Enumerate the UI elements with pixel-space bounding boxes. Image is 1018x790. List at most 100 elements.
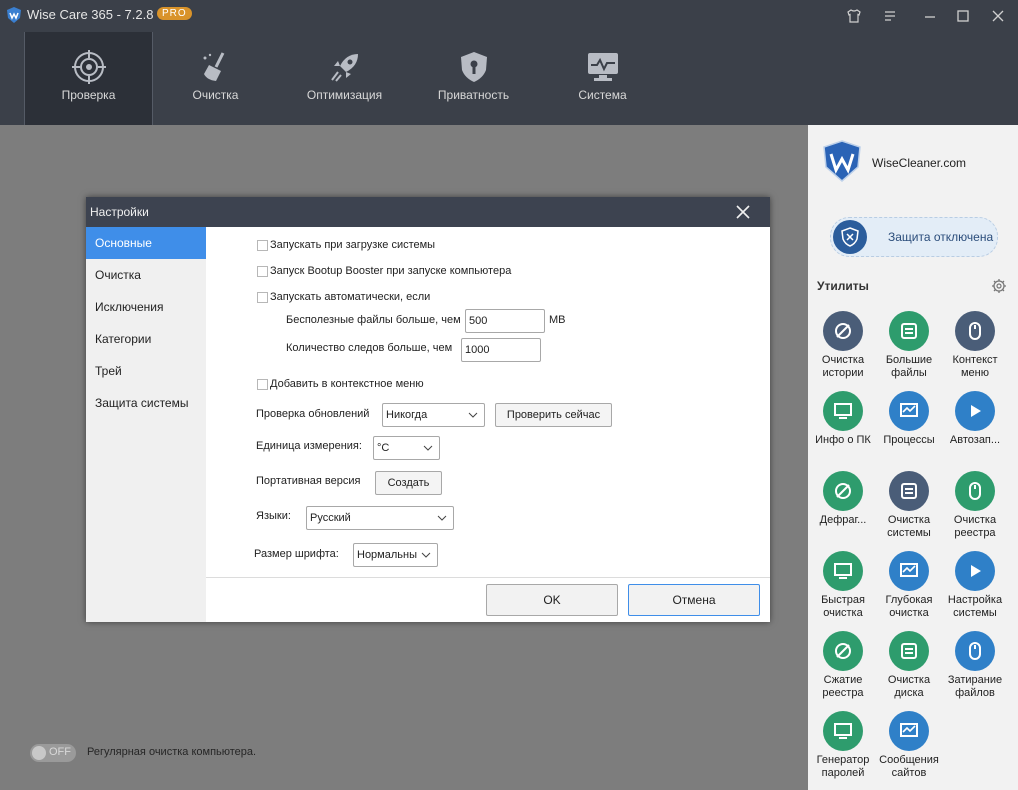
utility-tool[interactable]: Дефраг... <box>810 471 876 527</box>
utility-tool[interactable]: Очистка диска <box>876 631 942 700</box>
utility-tool-icon <box>823 391 863 431</box>
menu-icon[interactable] <box>882 8 898 24</box>
main-navigation: Проверка Очистка Оптимизация Приватность <box>0 32 1018 125</box>
skin-icon[interactable] <box>846 8 862 24</box>
utilities-title: Утилиты <box>817 279 869 293</box>
scheduled-clean-toggle[interactable]: OFF <box>30 744 76 762</box>
maximize-icon[interactable] <box>955 8 971 24</box>
cancel-button[interactable]: Отмена <box>628 584 760 616</box>
utility-tool[interactable]: Генератор паролей <box>810 711 876 780</box>
utility-tool[interactable]: Глубокая очистка <box>876 551 942 620</box>
utility-tool-label: Настройка системы <box>947 594 1003 619</box>
utility-tool-icon <box>955 631 995 671</box>
monitor-icon <box>587 53 618 81</box>
auto-run-checkbox[interactable] <box>257 292 268 303</box>
settings-tab-tray[interactable]: Трей <box>86 355 206 387</box>
utility-tool-label: Затирание файлов <box>947 674 1003 699</box>
utility-tool[interactable]: Большие файлы <box>876 311 942 380</box>
app-logo-icon <box>7 7 21 23</box>
create-portable-button[interactable]: Создать <box>375 471 442 495</box>
rocket-icon <box>330 54 358 82</box>
utility-tool-label: Очистка системы <box>887 514 931 539</box>
broom-icon <box>203 52 224 81</box>
junk-threshold-input[interactable]: 500 <box>465 309 545 333</box>
protection-label: Защита отключена <box>888 230 994 244</box>
utility-tool-icon <box>889 711 929 751</box>
protection-status-button[interactable]: Защита отключена <box>830 217 998 257</box>
settings-tab-system-protection[interactable]: Защита системы <box>86 387 206 419</box>
nav-tab-optimize[interactable]: Оптимизация <box>281 32 408 125</box>
close-icon[interactable] <box>990 8 1006 24</box>
utility-tool[interactable]: Настройка системы <box>942 551 1008 620</box>
utility-tool[interactable]: Сообщения сайтов <box>876 711 942 780</box>
units-select[interactable]: °C <box>373 436 440 460</box>
settings-general-panel: Запускать при загрузке системы Запуск Bo… <box>206 227 770 577</box>
utility-tool[interactable]: Быстрая очистка <box>810 551 876 620</box>
utility-tool-icon <box>889 551 929 591</box>
utility-tool[interactable]: Контекст меню <box>942 311 1008 380</box>
utility-tool[interactable]: Затирание файлов <box>942 631 1008 700</box>
nav-tab-system[interactable]: Система <box>539 32 666 125</box>
utility-tool-label: Очистка истории <box>821 354 865 379</box>
utility-tool-icon <box>823 631 863 671</box>
nav-tab-check[interactable]: Проверка <box>24 32 153 125</box>
utility-tool-icon <box>823 711 863 751</box>
nav-tab-clean[interactable]: Очистка <box>152 32 279 125</box>
settings-sidebar: Основные Очистка Исключения Категории Тр… <box>86 227 206 622</box>
utility-tool-label: Дефраг... <box>819 514 867 526</box>
utility-tool[interactable]: Очистка реестра <box>942 471 1008 540</box>
utility-tool-icon <box>889 631 929 671</box>
traces-threshold-input[interactable]: 1000 <box>461 338 541 362</box>
utility-tool[interactable]: Сжатие реестра <box>810 631 876 700</box>
nav-label: Приватность <box>437 88 510 102</box>
startup-checkbox[interactable] <box>257 240 268 251</box>
bootup-booster-checkbox[interactable] <box>257 266 268 277</box>
junk-threshold-label: Бесполезные файлы больше, чем <box>286 314 461 326</box>
chevron-down-icon <box>468 412 478 418</box>
settings-tab-general[interactable]: Основные <box>86 227 206 259</box>
nav-label: Оптимизация <box>306 88 383 102</box>
dialog-close-icon[interactable] <box>736 205 750 219</box>
language-value: Русский <box>310 512 351 524</box>
utility-tool-label: Большие файлы <box>885 354 933 379</box>
utility-tool-icon <box>955 551 995 591</box>
minimize-icon[interactable] <box>922 8 938 24</box>
startup-label: Запускать при загрузке системы <box>270 239 436 251</box>
utility-tool-label: Сообщения сайтов <box>879 754 939 779</box>
brand-link[interactable]: WiseCleaner.com <box>872 156 966 170</box>
utility-tool[interactable]: Очистка истории <box>810 311 876 380</box>
language-select[interactable]: Русский <box>306 506 454 530</box>
settings-tab-exclusions[interactable]: Исключения <box>86 291 206 323</box>
nav-tab-privacy[interactable]: Приватность <box>410 32 537 125</box>
utility-tool-label: Глубокая очистка <box>885 594 933 619</box>
utility-tool-label: Автозап... <box>949 434 1001 446</box>
nav-label: Очистка <box>192 88 239 102</box>
shield-icon <box>460 52 487 82</box>
utility-tool[interactable]: Процессы <box>876 391 942 447</box>
utility-tool-label: Быстрая очистка <box>821 594 865 619</box>
font-size-select[interactable]: Нормальны <box>353 543 438 567</box>
utility-tool-icon <box>889 471 929 511</box>
utility-tool-icon <box>889 311 929 351</box>
settings-tab-categories[interactable]: Категории <box>86 323 206 355</box>
chevron-down-icon <box>437 515 447 521</box>
utility-tool-label: Очистка реестра <box>953 514 997 539</box>
utility-tool[interactable]: Инфо о ПК <box>810 391 876 447</box>
portable-label: Портативная версия <box>256 475 361 487</box>
updates-select[interactable]: Никогда <box>382 403 485 427</box>
utility-tool[interactable]: Очистка системы <box>876 471 942 540</box>
traces-threshold-label: Количество следов больше, чем <box>286 342 453 354</box>
utility-tool[interactable]: Автозап... <box>942 391 1008 447</box>
scheduled-clean-label: Регулярная очистка компьютера. <box>87 746 257 758</box>
toggle-knob <box>32 746 46 760</box>
right-sidebar: WiseCleaner.com Защита отключена Утилиты… <box>808 125 1018 790</box>
gear-icon[interactable] <box>991 278 1007 294</box>
context-menu-checkbox[interactable] <box>257 379 268 390</box>
wisecleaner-logo-icon <box>823 140 861 182</box>
check-now-button[interactable]: Проверить сейчас <box>495 403 612 427</box>
junk-unit: MB <box>549 314 566 326</box>
dialog-footer: OK Отмена <box>206 577 770 623</box>
nav-label: Система <box>578 88 627 102</box>
settings-tab-cleanup[interactable]: Очистка <box>86 259 206 291</box>
ok-button[interactable]: OK <box>486 584 618 616</box>
